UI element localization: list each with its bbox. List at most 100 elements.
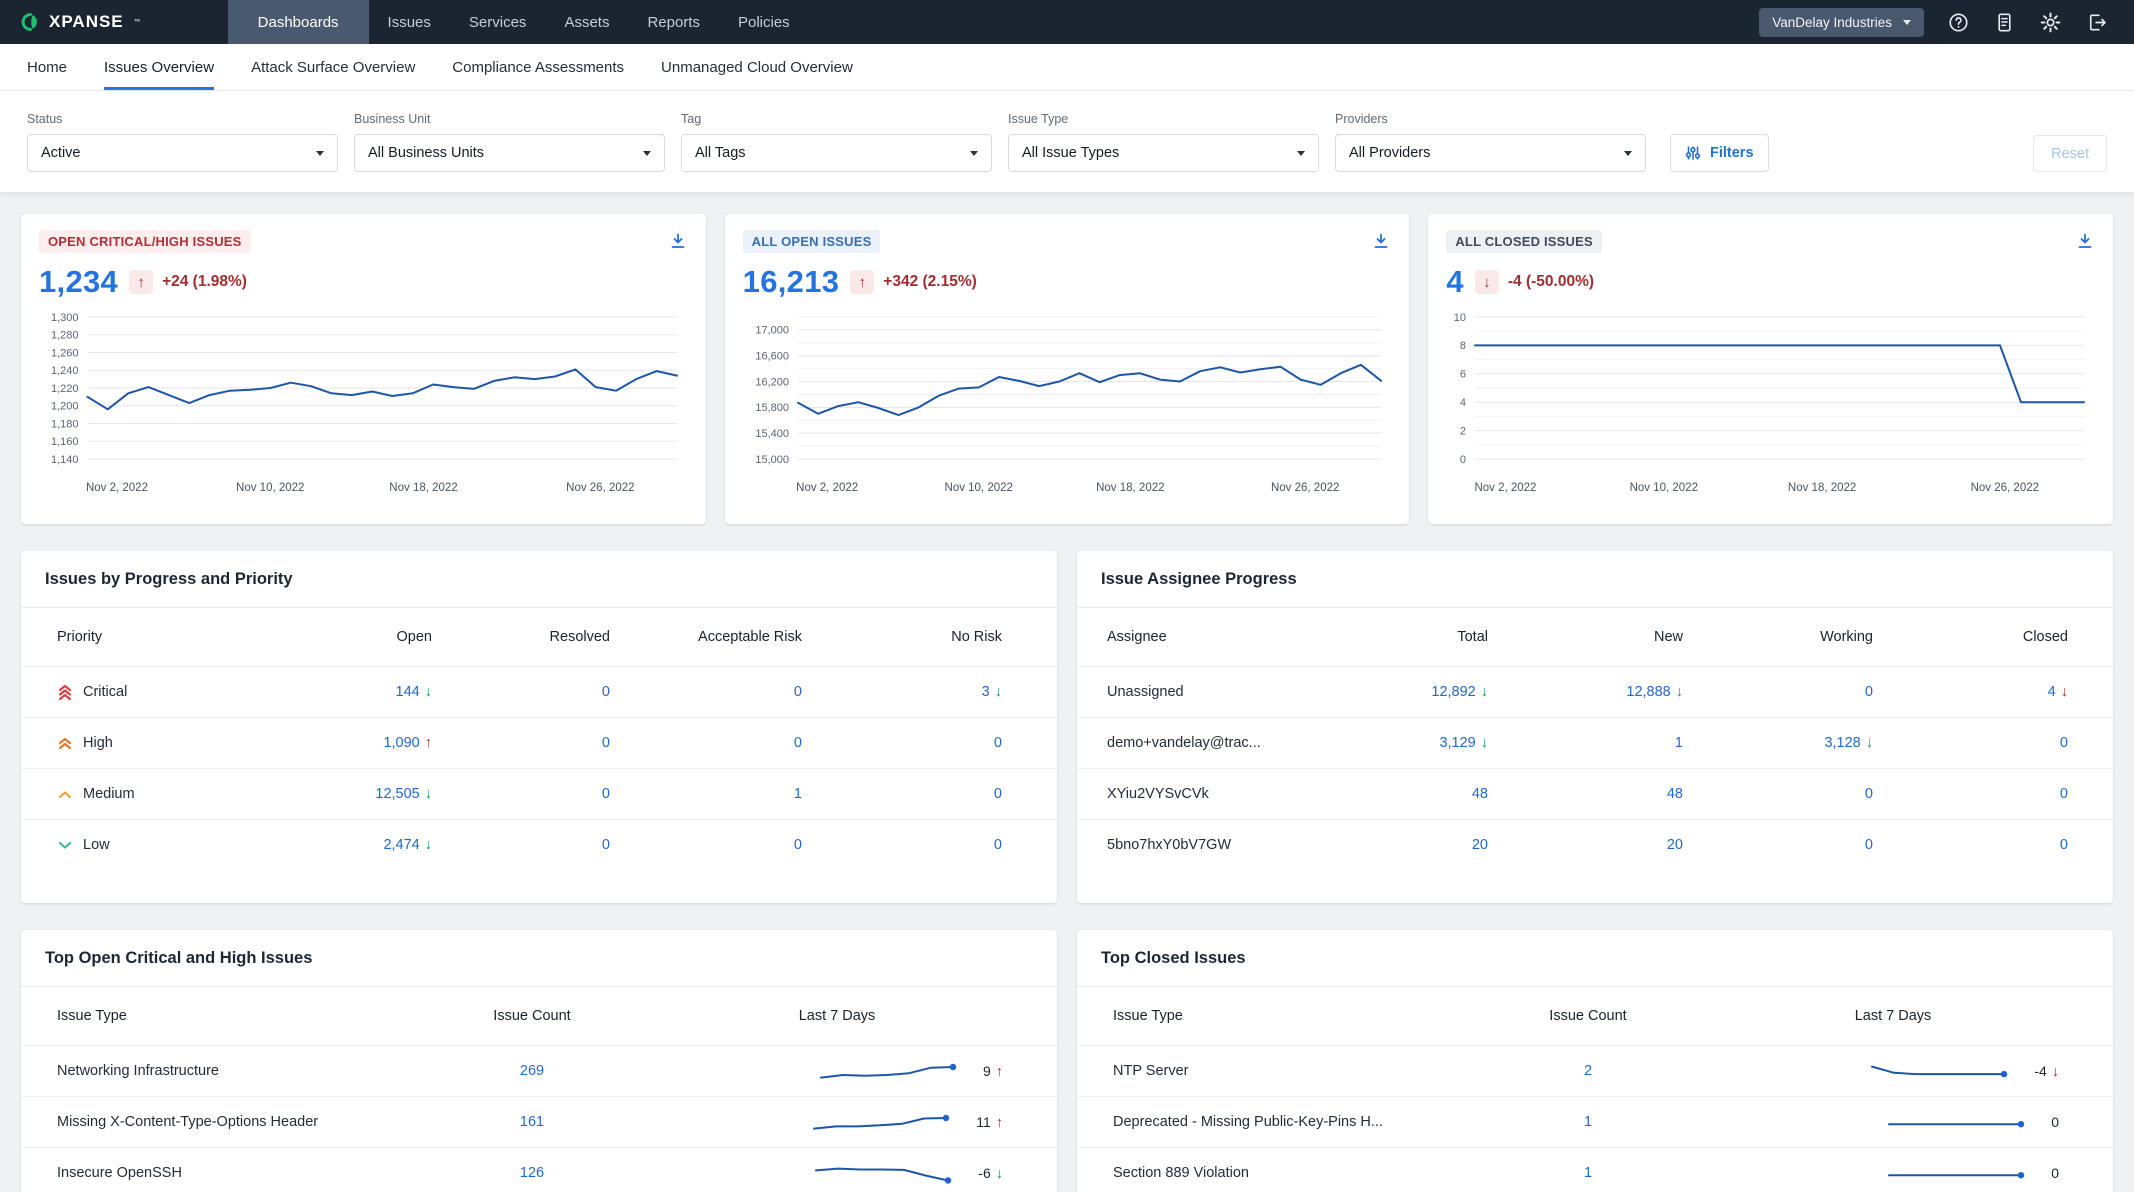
issue-count-cell[interactable]: 126 — [407, 1165, 657, 1181]
value-link[interactable]: 20 — [1472, 837, 1488, 853]
cell-no-risk[interactable]: 3↓ — [802, 684, 1002, 700]
nav-item-reports[interactable]: Reports — [628, 0, 719, 44]
value-link[interactable]: 0 — [794, 735, 802, 751]
value-link[interactable]: 269 — [520, 1063, 544, 1079]
download-button[interactable] — [1371, 232, 1391, 252]
value-link[interactable]: 2 — [1584, 1063, 1592, 1079]
tab-issues-overview[interactable]: Issues Overview — [104, 44, 214, 90]
tab-attack-surface-overview[interactable]: Attack Surface Overview — [251, 44, 415, 90]
tab-unmanaged-cloud-overview[interactable]: Unmanaged Cloud Overview — [661, 44, 853, 90]
issue-count-cell[interactable]: 161 — [407, 1114, 657, 1130]
cell-open[interactable]: 144↓ — [272, 684, 432, 700]
reset-button[interactable]: Reset — [2033, 135, 2107, 172]
cell-open[interactable]: 1,090↑ — [272, 735, 432, 751]
issue-count-cell[interactable]: 1 — [1463, 1165, 1713, 1181]
cell-working[interactable]: 3,128↓ — [1683, 735, 1873, 751]
value-link[interactable]: 0 — [2060, 786, 2068, 802]
value-link[interactable]: 3 — [982, 684, 990, 700]
value-link[interactable]: 0 — [994, 735, 1002, 751]
nav-item-issues[interactable]: Issues — [369, 0, 450, 44]
value-link[interactable]: 12,505 — [375, 786, 419, 802]
value-link[interactable]: 20 — [1667, 837, 1683, 853]
nav-item-assets[interactable]: Assets — [545, 0, 628, 44]
cell-total[interactable]: 48 — [1318, 786, 1488, 802]
value-link[interactable]: 0 — [602, 786, 610, 802]
value-link[interactable]: 0 — [1865, 837, 1873, 853]
cell-new[interactable]: 48 — [1488, 786, 1683, 802]
value-link[interactable]: 3,129 — [1439, 735, 1475, 751]
select-status[interactable]: Active — [27, 134, 338, 172]
value-link[interactable]: 0 — [602, 837, 610, 853]
cell-new[interactable]: 20 — [1488, 837, 1683, 853]
value-link[interactable]: 0 — [602, 684, 610, 700]
value-link[interactable]: 48 — [1472, 786, 1488, 802]
cell-open[interactable]: 12,505↓ — [272, 786, 432, 802]
cell-no-risk[interactable]: 0 — [802, 837, 1002, 853]
settings-button[interactable] — [2039, 11, 2062, 34]
select-providers[interactable]: All Providers — [1335, 134, 1646, 172]
value-link[interactable]: 161 — [520, 1114, 544, 1130]
cell-resolved[interactable]: 0 — [432, 735, 610, 751]
select-business-unit[interactable]: All Business Units — [354, 134, 665, 172]
documentation-button[interactable] — [1993, 11, 2016, 34]
value-link[interactable]: 0 — [794, 684, 802, 700]
cell-closed[interactable]: 4↓ — [1873, 684, 2068, 700]
account-switcher[interactable]: VanDelay Industries — [1759, 8, 1924, 37]
cell-acceptable-risk[interactable]: 1 — [610, 786, 802, 802]
help-button[interactable] — [1947, 11, 1970, 34]
filters-button[interactable]: Filters — [1670, 134, 1769, 172]
logout-button[interactable] — [2085, 11, 2108, 34]
download-button[interactable] — [2075, 232, 2095, 252]
nav-item-policies[interactable]: Policies — [719, 0, 809, 44]
value-link[interactable]: 126 — [520, 1165, 544, 1181]
tab-home[interactable]: Home — [27, 44, 67, 90]
cell-closed[interactable]: 0 — [1873, 837, 2068, 853]
nav-item-services[interactable]: Services — [450, 0, 546, 44]
cell-working[interactable]: 0 — [1683, 786, 1873, 802]
value-link[interactable]: 1 — [1584, 1114, 1592, 1130]
cell-resolved[interactable]: 0 — [432, 837, 610, 853]
value-link[interactable]: 1 — [1584, 1165, 1592, 1181]
cell-total[interactable]: 3,129↓ — [1318, 735, 1488, 751]
value-link[interactable]: 1 — [794, 786, 802, 802]
nav-item-dashboards[interactable]: Dashboards — [228, 0, 369, 44]
value-link[interactable]: 0 — [794, 837, 802, 853]
tab-compliance-assessments[interactable]: Compliance Assessments — [452, 44, 624, 90]
value-link[interactable]: 12,892 — [1431, 684, 1475, 700]
value-link[interactable]: 0 — [602, 735, 610, 751]
cell-acceptable-risk[interactable]: 0 — [610, 837, 802, 853]
value-link[interactable]: 0 — [994, 786, 1002, 802]
issue-count-cell[interactable]: 1 — [1463, 1114, 1713, 1130]
value-link[interactable]: 0 — [994, 837, 1002, 853]
cell-acceptable-risk[interactable]: 0 — [610, 684, 802, 700]
value-link[interactable]: 0 — [2060, 735, 2068, 751]
issue-count-cell[interactable]: 269 — [407, 1063, 657, 1079]
value-link[interactable]: 4 — [2048, 684, 2056, 700]
cell-closed[interactable]: 0 — [1873, 786, 2068, 802]
cell-resolved[interactable]: 0 — [432, 786, 610, 802]
select-issue-type[interactable]: All Issue Types — [1008, 134, 1319, 172]
issue-count-cell[interactable]: 2 — [1463, 1063, 1713, 1079]
cell-no-risk[interactable]: 0 — [802, 735, 1002, 751]
cell-resolved[interactable]: 0 — [432, 684, 610, 700]
value-link[interactable]: 1,090 — [383, 735, 419, 751]
value-link[interactable]: 12,888 — [1626, 684, 1670, 700]
cell-working[interactable]: 0 — [1683, 684, 1873, 700]
cell-open[interactable]: 2,474↓ — [272, 837, 432, 853]
select-tag[interactable]: All Tags — [681, 134, 992, 172]
value-link[interactable]: 48 — [1667, 786, 1683, 802]
cell-new[interactable]: 1 — [1488, 735, 1683, 751]
value-link[interactable]: 2,474 — [383, 837, 419, 853]
value-link[interactable]: 0 — [1865, 684, 1873, 700]
value-link[interactable]: 144 — [396, 684, 420, 700]
value-link[interactable]: 0 — [2060, 837, 2068, 853]
cell-closed[interactable]: 0 — [1873, 735, 2068, 751]
cell-acceptable-risk[interactable]: 0 — [610, 735, 802, 751]
cell-new[interactable]: 12,888↓ — [1488, 684, 1683, 700]
cell-working[interactable]: 0 — [1683, 837, 1873, 853]
download-button[interactable] — [668, 232, 688, 252]
cell-total[interactable]: 20 — [1318, 837, 1488, 853]
cell-no-risk[interactable]: 0 — [802, 786, 1002, 802]
value-link[interactable]: 0 — [1865, 786, 1873, 802]
brand-logo[interactable]: XPANSE™ — [0, 0, 142, 44]
